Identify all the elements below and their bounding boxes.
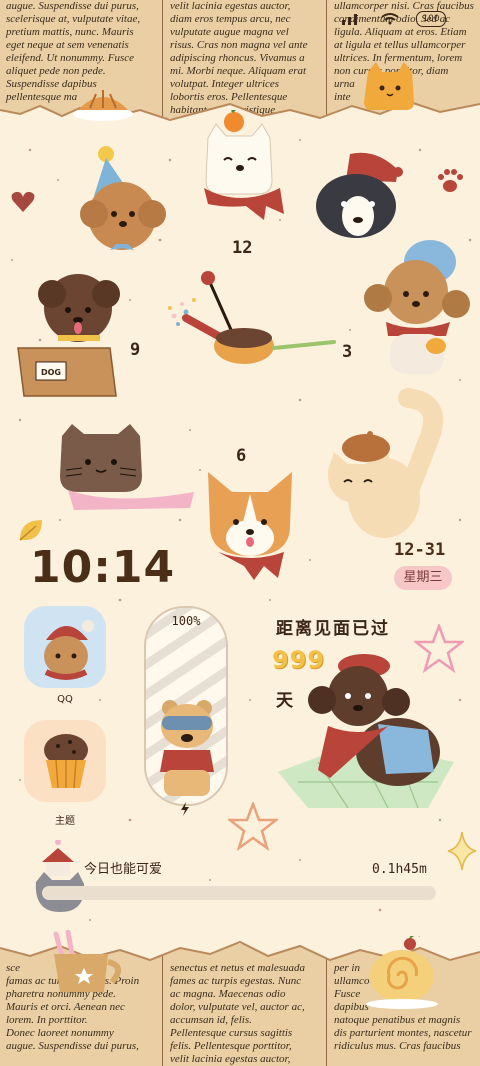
clock-number-12: 12 (232, 238, 253, 258)
clock-number-3: 3 (342, 342, 353, 362)
corgi-sticker (208, 472, 292, 580)
app-theme[interactable]: 主题 (24, 720, 106, 827)
poodle-beret-sticker (278, 654, 454, 809)
newspaper-line: adipiscing rhoncus. Vivamus a (170, 52, 305, 64)
progress-track (42, 886, 436, 900)
poodle-blue-hat-sticker (364, 240, 470, 374)
app-qq[interactable]: QQ (24, 606, 106, 705)
clock-number-9: 9 (130, 340, 141, 360)
newspaper-line: volutpat. Integer ultrices (170, 78, 280, 90)
cat-beanie-icon (44, 620, 94, 680)
bear-goggles-sticker (160, 700, 214, 796)
signal-icon (342, 14, 357, 25)
newspaper-line: eleifend. Ut nonummy. Fusce (6, 52, 134, 64)
poodle-in-box-sticker: DOG (17, 274, 120, 397)
cat-cookie-icon (364, 62, 414, 110)
theme-app-icon[interactable] (24, 720, 106, 802)
cat-beret-sticker (327, 388, 444, 538)
clock-hands (168, 271, 336, 364)
qq-app-icon[interactable] (24, 606, 106, 688)
cat-pink-scarf-sticker (60, 424, 194, 510)
newspaper-line: diam eros tempus arcu, nec (170, 13, 291, 25)
leaf-icon (19, 520, 42, 541)
progress-time: 0.1h45m (372, 862, 427, 877)
countdown-title: 距离见面已过 (276, 619, 390, 639)
newspaper-line: scelerisque at, vulputate vitae, (6, 13, 141, 25)
date-display: 12-31 (394, 540, 446, 560)
qq-app-label: QQ (57, 694, 73, 705)
cocoa-mug-icon (53, 930, 121, 992)
battery-percent: 100% (171, 614, 201, 628)
newspaper-line: risus. Cras non magna vel ante (170, 39, 308, 51)
newspaper-line: fames ac turpis egestas. Nunc (170, 975, 302, 987)
newspaper-line: Donec laoreet nonummy (6, 1027, 114, 1039)
theme-app-label: 主题 (55, 816, 75, 827)
newspaper-line: at ligula et tellus ullamcorper (334, 39, 466, 51)
newspaper-line: aliquet pede non pede. (6, 65, 106, 77)
clock-widget[interactable]: 12 DOG 9 3 6 (0, 110, 480, 580)
newspaper-line: Pellentesque cursus sagittis (170, 1027, 293, 1039)
wifi-icon (381, 13, 399, 25)
newspaper-line: dolor, vulputate vel, auctor ac, (170, 1001, 305, 1013)
newspaper-line: dis parturient montes, nascetur (334, 1027, 472, 1039)
pink-star-icon (414, 624, 464, 674)
newspaper-line: vulputate augue magna vel (170, 26, 289, 38)
newspaper-line: Mauris et orci. Aenean nec (6, 1001, 125, 1013)
lightning-icon (181, 802, 189, 816)
muffin-icon (44, 734, 88, 789)
newspaper-column: senectus et netus et malesuada fames ac … (170, 962, 322, 1066)
newspaper-line: augue. Suspendisse dui purus, (6, 1040, 139, 1052)
daily-progress-widget[interactable]: 今日也能可爱 0.1h45m (0, 840, 480, 920)
poodle-party-hat-sticker (80, 146, 166, 250)
newspaper-line: ac magna. Maecenas odio (170, 988, 286, 1000)
cat-house-sticker (35, 840, 85, 912)
newspaper-line: natoque penatibus et magnis (334, 1014, 461, 1026)
newspaper-line: pretium mattis, nunc. Mauris (6, 26, 134, 38)
newspaper-line: velit lacinia egestas auctor, (170, 1053, 291, 1065)
samoyed-orange-sticker (204, 110, 284, 220)
time-display: 10:14 (30, 542, 176, 593)
battery-widget[interactable]: 100% (144, 606, 228, 806)
newspaper-line: velit lacinia egestas auctor, (170, 0, 291, 12)
newspaper-line: lorem. In porttitor. (6, 1014, 88, 1026)
newspaper-line: accumsan id, felis. (170, 1014, 252, 1026)
newspaper-line: mi. Morbi neque. Aliquam erat (170, 65, 307, 77)
clock-number-6: 6 (236, 446, 247, 466)
newspaper-line: ridiculus mus. Cras faucibus (334, 1040, 461, 1052)
newspaper-line: augue. Suspendisse dui purus, (6, 0, 139, 12)
newspaper-line: eget neque at sem venenatis (6, 39, 129, 51)
battery-status-icon: 100 (416, 11, 446, 27)
swiss-roll-icon (366, 936, 438, 1009)
weekday-badge: 星期三 (394, 566, 452, 590)
border-collie-sticker (316, 152, 403, 238)
newspaper-line: felis. Pellentesque porttitor, (170, 1040, 292, 1052)
status-bar: 100 (340, 10, 460, 28)
battery-status-text: 100 (422, 14, 440, 24)
svg-text:DOG: DOG (41, 368, 61, 377)
progress-label: 今日也能可爱 (84, 862, 163, 877)
